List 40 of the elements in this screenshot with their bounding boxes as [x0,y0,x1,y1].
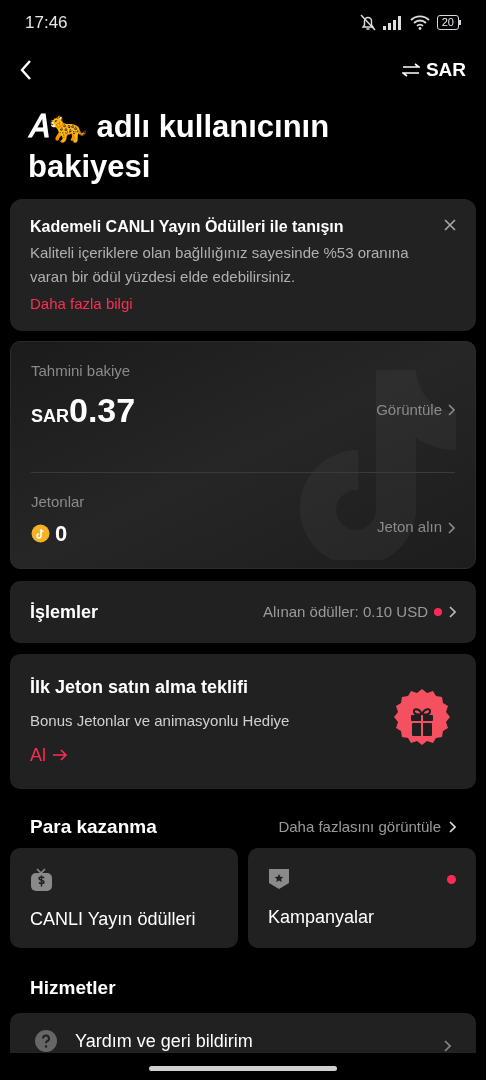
transactions-label: İşlemler [30,600,99,624]
status-time: 17:46 [25,11,68,34]
signal-icon [382,15,403,30]
section-title: Hizmetler [29,976,117,1000]
chevron-right-icon [447,404,455,416]
currency-button[interactable]: SAR [401,55,466,85]
service-row[interactable]: Yardım ve geri bildirim [10,1012,476,1053]
money-tv-icon [30,868,53,892]
coin-icon [31,524,50,543]
feature-card[interactable]: Kampanyalar [248,848,476,948]
battery-indicator: 20 [436,15,461,30]
chevron-right-icon [443,1039,451,1052]
section-title: Para kazanma [30,814,157,839]
view-link[interactable]: Görüntüle [376,398,455,422]
offer-subtitle: Bonus Jetonlar ve animasyonlu Hediye [30,711,290,732]
wifi-icon [409,15,430,30]
help-icon [35,1029,57,1052]
coin-count: 0 [55,520,68,548]
chevron-right-icon [448,821,456,833]
get-coins-link[interactable]: Jeton alın [376,516,455,539]
buy-link[interactable]: Al [30,741,68,769]
rewards-text: Alınan ödüller: 0.10 USD [262,601,428,622]
balance-amount: SAR0.37 [31,389,136,431]
page-title: 𝐴🐆 adlı kullanıcının bakiyesi [27,108,331,186]
offer-title: İlk Jeton satın alma teklifi [30,676,249,700]
transactions-row[interactable]: İşlemler Alınan ödüller: 0.10 USD [10,581,476,643]
coins-label: Jetonlar [31,491,85,512]
chevron-right-icon [447,521,455,534]
swap-icon [401,63,420,77]
banner-title: Kademeli CANLI Yayın Ödülleri ile tanışın [30,216,344,237]
banner-text: Kaliteli içeriklere olan bağlılığınız sayesinde %53 oranına varan bir ödül yüzdesi elde edebilirsiniz. [30,243,410,287]
bell-off-icon [359,14,376,31]
more-info-link[interactable]: Daha fazla bilgi [30,292,133,316]
chevron-right-icon [448,606,456,618]
shield-star-icon [268,868,290,890]
see-more-link[interactable]: Daha fazlasını görüntüle [278,815,456,839]
arrow-right-icon [52,748,68,763]
close-button[interactable] [444,219,456,231]
feature-card[interactable]: CANLI Yayın ödülleri [10,848,238,948]
balance-label: Tahmini bakiye [31,361,131,381]
